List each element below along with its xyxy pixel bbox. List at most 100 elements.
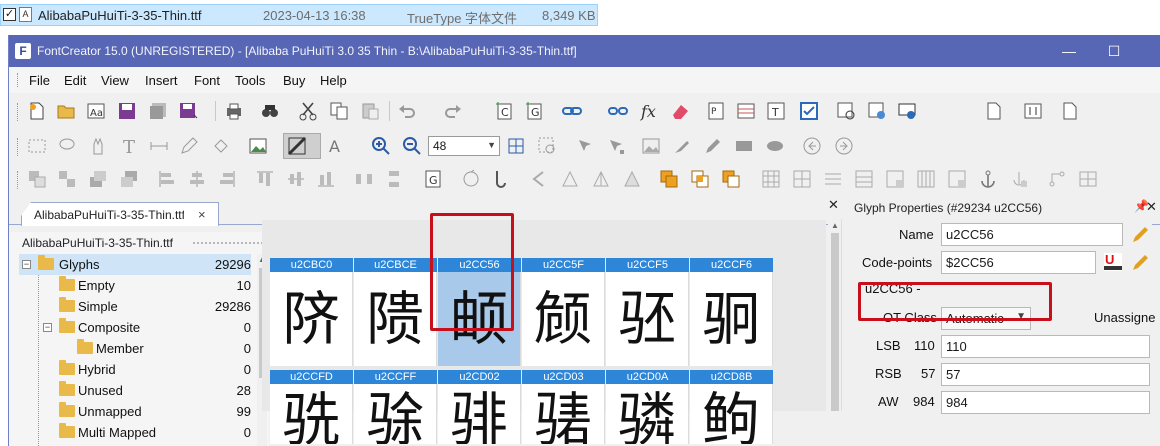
glyph-metrics-icon[interactable]: G <box>423 169 443 189</box>
glyph-cell[interactable]: u2CD02 𬴂 <box>438 370 521 444</box>
save-icon[interactable] <box>117 101 137 121</box>
cut-icon[interactable] <box>298 101 318 121</box>
find-icon[interactable] <box>260 101 280 121</box>
lock-columns-icon[interactable] <box>947 169 967 189</box>
save-all-icon[interactable] <box>148 101 168 121</box>
close-tab-icon[interactable]: × <box>198 207 206 222</box>
pencil-icon[interactable] <box>179 136 199 156</box>
align-center-icon[interactable] <box>187 169 207 189</box>
scrollbar-thumb[interactable] <box>831 233 839 411</box>
new-font-icon[interactable] <box>27 101 47 121</box>
rect-select-icon[interactable] <box>27 136 47 156</box>
node-icon[interactable] <box>1047 169 1067 189</box>
align-left-icon[interactable] <box>157 169 177 189</box>
glyph-cell[interactable]: u2CCFF 𬳿 <box>354 370 437 444</box>
background-image-icon[interactable] <box>641 136 661 156</box>
pen-icon[interactable] <box>703 136 723 156</box>
intersect-icon[interactable] <box>690 169 710 189</box>
grid-lock-icon[interactable] <box>792 169 812 189</box>
zoom-out-icon[interactable] <box>402 136 422 156</box>
export-icon[interactable] <box>1060 101 1080 121</box>
align-bottom-icon[interactable] <box>316 169 336 189</box>
menu-help[interactable]: Help <box>320 73 347 88</box>
open-font-icon[interactable]: Aa <box>86 101 106 121</box>
union-icon[interactable] <box>659 169 679 189</box>
fit-window-icon[interactable] <box>506 136 526 156</box>
copy-icon[interactable] <box>329 101 349 121</box>
insert-composite-icon[interactable]: C <box>494 101 514 121</box>
scroll-up-icon[interactable]: ▲ <box>831 221 839 230</box>
save-as-icon[interactable] <box>178 101 198 121</box>
rectangle-icon[interactable] <box>734 136 754 156</box>
text-icon[interactable]: T <box>119 136 139 156</box>
file-name[interactable]: AlibabaPuHuiTi-3-35-Thin.ttf <box>38 8 202 23</box>
lsb-field[interactable]: 110 <box>941 335 1150 358</box>
document-tab[interactable]: AlibabaPuHuiTi-3-35-Thin.ttf × <box>21 202 219 226</box>
properties-icon[interactable]: P <box>706 101 726 121</box>
name-field[interactable]: u2CC56 <box>941 223 1123 246</box>
send-backward-icon[interactable] <box>119 169 139 189</box>
file-checkbox[interactable]: ✓ <box>3 8 16 21</box>
previous-glyph-icon[interactable] <box>802 136 822 156</box>
menu-tools[interactable]: Tools <box>235 73 265 88</box>
zoom-in-icon[interactable] <box>371 136 391 156</box>
hook-icon[interactable] <box>491 169 511 189</box>
anchor-icon[interactable] <box>978 169 998 189</box>
tree-item-glyphs[interactable]: − Glyphs 29296 <box>19 254 251 275</box>
guidelines-icon[interactable] <box>823 169 843 189</box>
tree-item-simple[interactable]: Simple 29286 <box>19 296 251 317</box>
glyph-cell[interactable]: u2CCF5 𬳵 <box>606 258 689 366</box>
image-icon[interactable] <box>248 136 268 156</box>
menu-edit[interactable]: Edit <box>64 73 86 88</box>
tree-item-unmapped[interactable]: Unmapped 99 <box>19 401 251 422</box>
rsb-field[interactable]: 57 <box>941 363 1150 386</box>
glyph-cell[interactable]: u2CBCE 𬯎 <box>354 258 437 366</box>
measure-icon[interactable] <box>149 136 169 156</box>
subtract-icon[interactable] <box>721 169 741 189</box>
arrow-left-icon[interactable] <box>529 169 549 189</box>
glyph-cell[interactable]: u2CD03 𬴃 <box>522 370 605 444</box>
lock-guides-icon[interactable] <box>885 169 905 189</box>
lock-anchor-icon[interactable] <box>1009 169 1029 189</box>
grid-icon[interactable] <box>761 169 781 189</box>
distribute-v-icon[interactable] <box>384 169 404 189</box>
align-middle-icon[interactable] <box>286 169 306 189</box>
hand-icon[interactable] <box>88 136 108 156</box>
glyph-cell[interactable]: u2CCFD 𬳽 <box>270 370 353 444</box>
skew-icon[interactable] <box>622 169 642 189</box>
arrow-select-icon[interactable] <box>575 136 595 156</box>
metrics-icon[interactable] <box>854 169 874 189</box>
glyph-cell[interactable]: u2CD8B 𬶋 <box>690 370 773 444</box>
undo-icon[interactable] <box>397 101 417 121</box>
glyph-cell[interactable]: u2CD0A 𬴊 <box>606 370 689 444</box>
lasso-icon[interactable] <box>57 136 77 156</box>
new-document-icon[interactable] <box>984 101 1004 121</box>
columns-icon[interactable] <box>916 169 936 189</box>
menu-buy[interactable]: Buy <box>283 73 305 88</box>
explorer-file-row[interactable]: ✓ A AlibabaPuHuiTi-3-35-Thin.ttf 2023-04… <box>0 0 598 30</box>
formula-icon[interactable]: fx <box>640 101 660 121</box>
tree-item-composite[interactable]: − Composite 0 <box>19 317 251 338</box>
minimize-button[interactable]: — <box>1049 40 1089 62</box>
point-select-icon[interactable] <box>606 136 626 156</box>
open-folder-icon[interactable] <box>56 101 76 121</box>
unicode-icon[interactable]: U <box>1104 253 1122 271</box>
font-style-icon[interactable]: A <box>327 136 347 156</box>
brush-icon[interactable] <box>672 136 692 156</box>
ungroup-icon[interactable] <box>57 169 77 189</box>
edit-name-icon[interactable] <box>1130 225 1148 243</box>
aw-field[interactable]: 984 <box>941 391 1150 414</box>
collapse-icon[interactable]: − <box>22 260 31 269</box>
close-panel-icon[interactable]: ✕ <box>828 197 839 213</box>
table-icon[interactable] <box>736 101 756 121</box>
rotate-icon[interactable] <box>461 169 481 189</box>
paste-icon[interactable] <box>360 101 380 121</box>
tree-item-member[interactable]: Member 0 <box>19 338 251 359</box>
triangle-icon[interactable] <box>560 169 580 189</box>
print-icon[interactable] <box>224 101 244 121</box>
sort-icon[interactable] <box>1023 101 1043 121</box>
fill-style-icon[interactable] <box>283 133 321 159</box>
codepoints-field[interactable]: $2CC56 <box>941 251 1096 274</box>
menu-file[interactable]: File <box>29 73 50 88</box>
glyph-cell[interactable]: u2CBC0 𬯀 <box>270 258 353 366</box>
